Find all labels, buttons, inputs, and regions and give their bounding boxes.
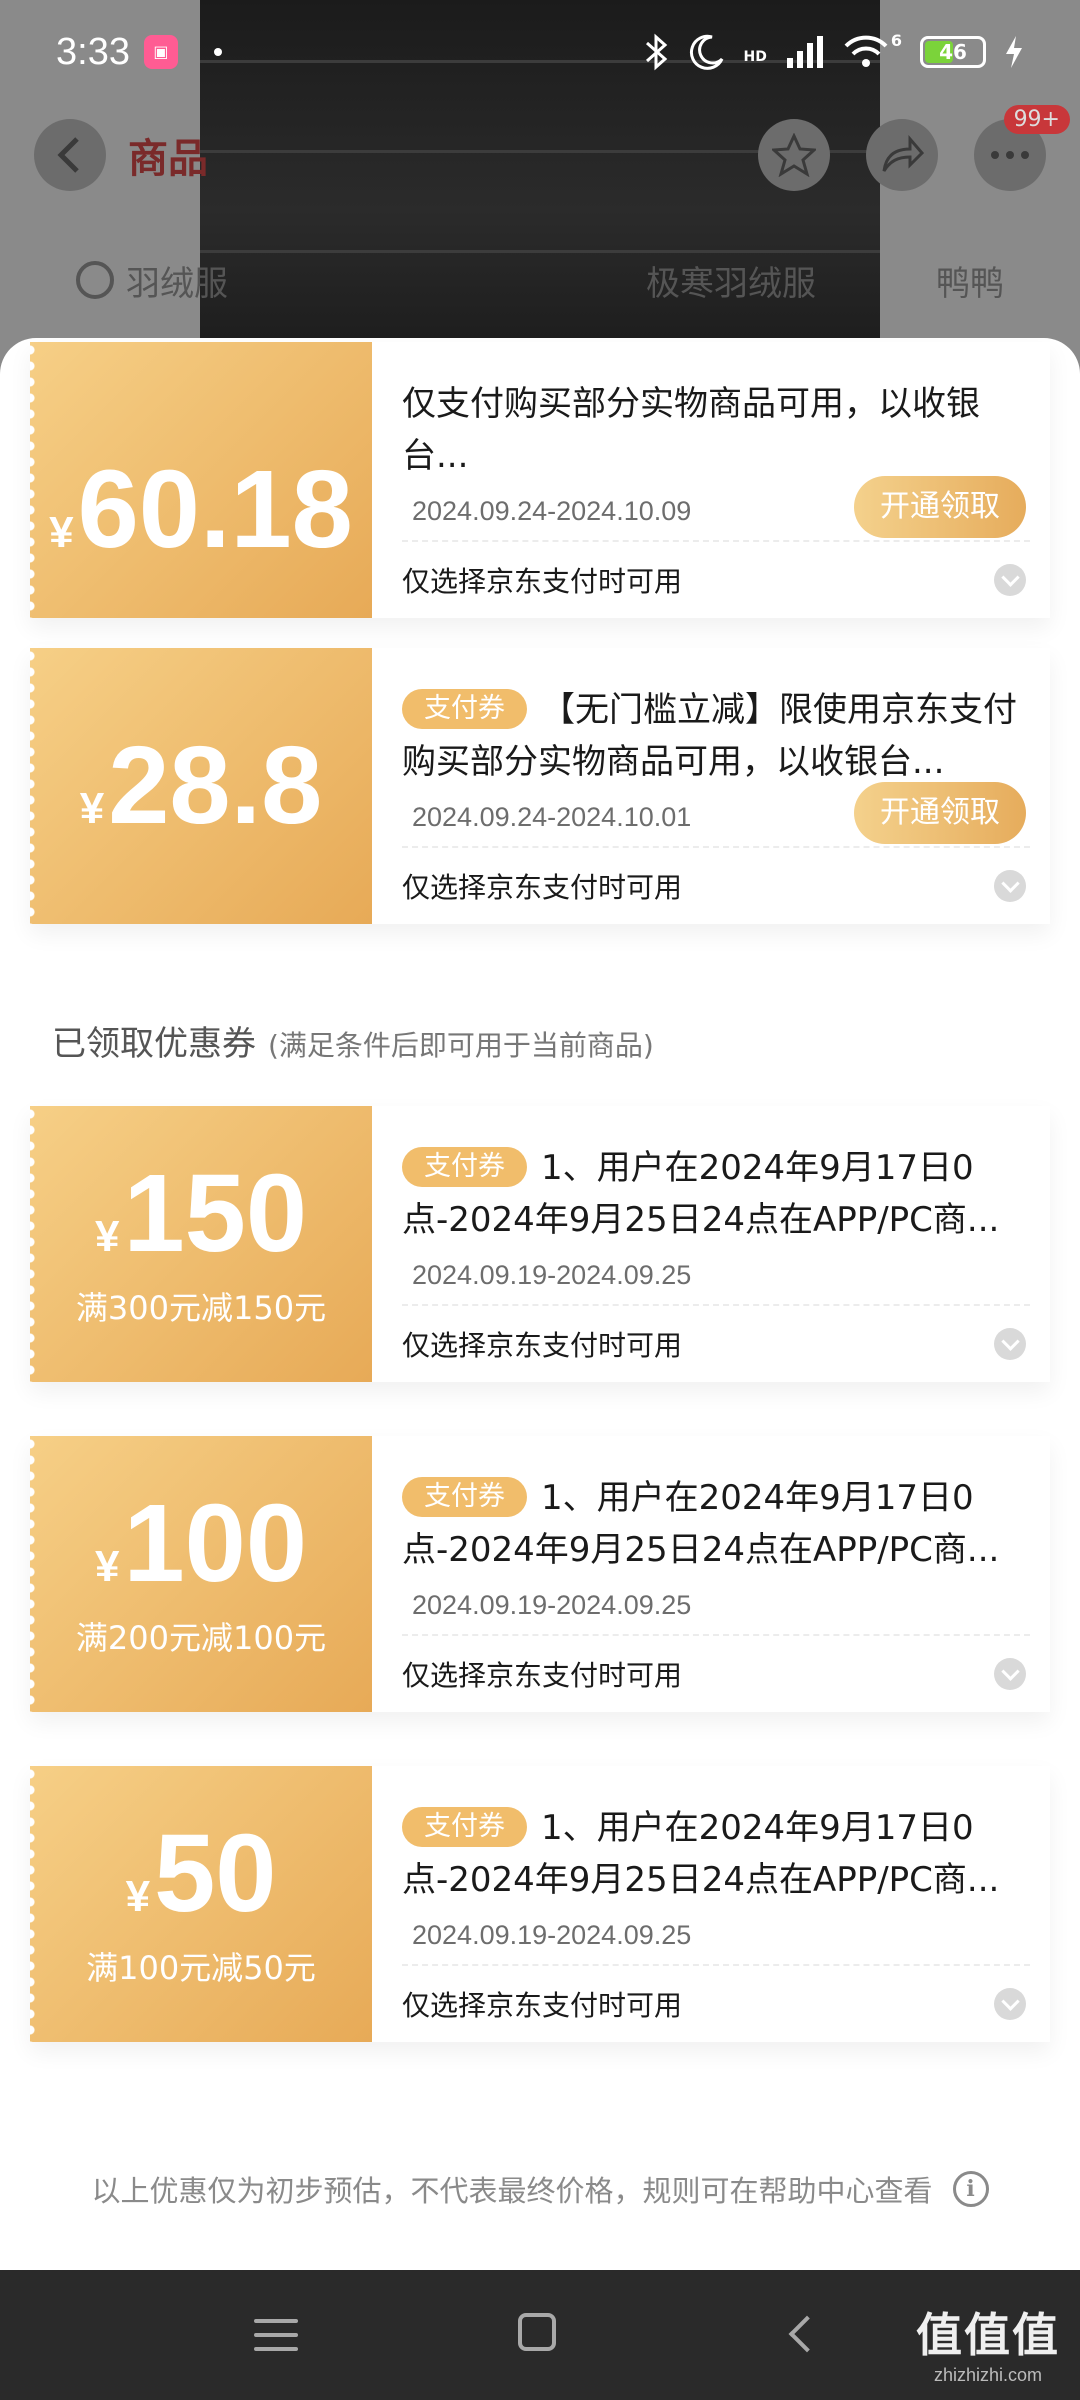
coupon-card: ¥ 150 满300元减150元 支付券 1、用户在2024年9月17日0点-20… — [30, 1106, 1050, 1382]
coupon-note: 仅选择京东支付时可用 — [402, 1329, 683, 1362]
star-icon — [772, 133, 816, 177]
back-icon — [788, 2315, 826, 2353]
coupon-value-panel: ¥ 150 满300元减150元 — [30, 1106, 372, 1382]
system-back-button[interactable] — [782, 2313, 826, 2357]
message-badge: 99+ — [1003, 105, 1070, 134]
status-time: 3:33 — [56, 30, 130, 73]
coupon-note: 仅选择京东支付时可用 — [402, 1659, 683, 1692]
coupon-value-panel: ¥ 50 满100元减50元 — [30, 1766, 372, 2042]
recent-apps-button[interactable] — [254, 2313, 298, 2357]
coupon-detail: 支付券 1、用户在2024年9月17日0点-2024年9月25日24点在APP/P… — [372, 1766, 1050, 2042]
coupon-value-panel: ¥ 60.18 — [30, 342, 372, 618]
info-icon[interactable]: i — [952, 2171, 989, 2207]
home-icon — [518, 2313, 556, 2351]
wifi-badge: 6 — [890, 30, 902, 50]
coupon-note: 仅选择京东支付时可用 — [402, 871, 683, 904]
coupon-card: ¥ 28.8 支付券 【无门槛立减】限使用京东支付购买部分实物商品可用，以收银台.… — [30, 648, 1050, 924]
coupon-amount: 50 — [154, 1812, 277, 1935]
chevron-down-icon[interactable] — [994, 1988, 1026, 2020]
coupon-note: 仅选择京东支付时可用 — [402, 1989, 683, 2022]
coupon-card: ¥ 50 满100元减50元 支付券 1、用户在2024年9月17日0点-2024… — [30, 1766, 1050, 2042]
watermark-domain: zhizhizhi.com — [933, 2365, 1043, 2385]
search-icon — [76, 261, 114, 299]
watermark-text: 值值值 — [916, 2308, 1060, 2362]
coupon-amount: 150 — [123, 1152, 307, 1275]
coupon-amount: 28.8 — [108, 724, 323, 847]
chevron-down-icon[interactable] — [994, 870, 1026, 902]
product-nav-bar: 商品 99+ — [0, 105, 1080, 200]
coupon-divider — [402, 1634, 1030, 1636]
coupon-divider — [402, 846, 1030, 848]
coupon-divider — [402, 1964, 1030, 1966]
share-icon — [882, 135, 924, 172]
battery-percent: 46 — [939, 40, 967, 64]
disclaimer-text: 以上优惠仅为初步预估，不代表最终价格，规则可在帮助中心查看 — [91, 2174, 933, 2208]
search-row: 羽绒服 极寒羽绒服 鸭鸭 — [0, 240, 1080, 320]
claimed-section-label: 已领取优惠券 — [52, 1024, 256, 1064]
claimed-section-subtitle: (满足条件后即可用于当前商品) — [268, 1029, 654, 1062]
coupon-currency: ¥ — [94, 1212, 120, 1261]
coupon-currency: ¥ — [79, 784, 105, 833]
coupon-condition: 满300元减150元 — [75, 1289, 327, 1327]
system-nav-bar: 值值值 zhizhizhi.com — [0, 2270, 1080, 2400]
coupon-validity: 2024.09.19-2024.09.25 — [412, 1920, 692, 1950]
coupon-detail: 支付券 1、用户在2024年9月17日0点-2024年9月25日24点在APP/P… — [372, 1436, 1050, 1712]
coupon-validity: 2024.09.19-2024.09.25 — [412, 1590, 692, 1620]
claim-button[interactable]: 开通领取 — [854, 476, 1026, 538]
coupon-currency: ¥ — [49, 508, 74, 557]
coupon-condition: 满100元减50元 — [86, 1949, 316, 1987]
bluetooth-icon — [645, 33, 667, 71]
discount-sheet: 优惠 ¥ 60.18 仅支付购买部分实物商品可用，以收银台... 2024.09… — [0, 338, 1080, 2270]
disclaimer: 以上优惠仅为初步预估，不代表最终价格，规则可在帮助中心查看 i — [0, 2168, 1080, 2210]
coupon-card: ¥ 60.18 仅支付购买部分实物商品可用，以收银台... 2024.09.24… — [30, 342, 1050, 618]
coupon-tag: 支付券 — [402, 1147, 527, 1187]
charging-icon — [1006, 36, 1022, 68]
coupon-description: 仅支付购买部分实物商品可用，以收银台... — [402, 384, 980, 476]
coupon-currency: ¥ — [125, 1872, 151, 1921]
search-query[interactable]: 羽绒服 — [126, 256, 228, 305]
coupon-amount: 100 — [123, 1482, 307, 1605]
notification-dot-icon — [213, 48, 222, 56]
status-bar: 3:33 ▣ HD 6 46 — [0, 0, 1080, 104]
moon-icon — [689, 34, 723, 70]
chevron-left-icon — [57, 137, 79, 173]
battery-icon: 46 — [920, 36, 986, 68]
signal-icon — [786, 36, 823, 68]
coupon-value-panel: ¥ 28.8 — [30, 648, 372, 924]
network-hd-label: HD — [743, 48, 767, 65]
coupon-value-panel: ¥ 100 满200元减100元 — [30, 1436, 372, 1712]
app-notification-icon: ▣ — [143, 35, 178, 69]
coupon-tag: 支付券 — [402, 1807, 527, 1847]
coupon-condition: 满200元减100元 — [75, 1619, 327, 1657]
coupon-tag: 支付券 — [402, 1477, 527, 1517]
coupon-divider — [402, 1304, 1030, 1306]
coupon-amount: 60.18 — [77, 448, 353, 571]
home-button[interactable] — [518, 2313, 562, 2357]
coupon-detail: 支付券 1、用户在2024年9月17日0点-2024年9月25日24点在APP/P… — [372, 1106, 1050, 1382]
claimed-section-title: 已领取优惠券 (满足条件后即可用于当前商品) — [52, 1016, 654, 1065]
coupon-currency: ¥ — [94, 1542, 120, 1591]
chevron-down-icon[interactable] — [994, 1328, 1026, 1360]
coupon-note: 仅选择京东支付时可用 — [402, 565, 683, 598]
search-chip[interactable]: 鸭鸭 — [936, 256, 1004, 305]
watermark: 值值值 zhizhizhi.com — [916, 2299, 1060, 2386]
coupon-detail: 仅支付购买部分实物商品可用，以收银台... 2024.09.24-2024.10… — [372, 342, 1050, 618]
share-button[interactable] — [866, 119, 938, 191]
wifi-icon — [844, 35, 888, 67]
page-title: 商品 — [128, 136, 208, 182]
more-dots-icon — [991, 151, 1029, 159]
coupon-tag: 支付券 — [402, 689, 527, 729]
favorite-button[interactable] — [758, 119, 830, 191]
chevron-down-icon[interactable] — [994, 564, 1026, 596]
chevron-down-icon[interactable] — [994, 1658, 1026, 1690]
coupon-card: ¥ 100 满200元减100元 支付券 1、用户在2024年9月17日0点-20… — [30, 1436, 1050, 1712]
coupon-divider — [402, 540, 1030, 542]
coupon-detail: 支付券 【无门槛立减】限使用京东支付购买部分实物商品可用，以收银台... 2024… — [372, 648, 1050, 924]
claim-button[interactable]: 开通领取 — [854, 782, 1026, 844]
back-button[interactable] — [34, 119, 106, 191]
search-chip[interactable]: 极寒羽绒服 — [646, 256, 816, 305]
coupon-validity: 2024.09.19-2024.09.25 — [412, 1260, 692, 1290]
